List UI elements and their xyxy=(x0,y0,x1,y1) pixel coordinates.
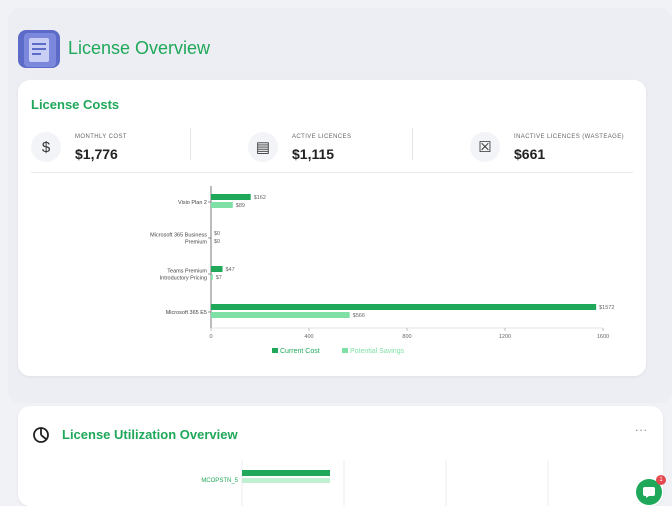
more-options-button[interactable]: ... xyxy=(635,420,648,434)
bar-utilization xyxy=(242,470,330,476)
data-label: $0 xyxy=(214,239,220,245)
clipboard-icon xyxy=(18,30,60,68)
bar-utilization-secondary xyxy=(242,478,330,483)
category-label: Microsoft 365 E5 xyxy=(166,310,207,316)
divider xyxy=(412,128,413,160)
legend-swatch xyxy=(272,348,278,353)
license-costs-card: License Costs $ MONTHLY COST $1,776 ▤ AC… xyxy=(18,80,646,376)
license-costs-title: License Costs xyxy=(31,97,120,112)
divider xyxy=(190,128,191,160)
bar-potential-savings xyxy=(211,312,350,318)
metric-value: $1,115 xyxy=(292,146,335,162)
metric-value: $661 xyxy=(514,146,546,162)
metric-value: $1,776 xyxy=(75,146,118,162)
bar-potential-savings xyxy=(211,202,233,208)
bar-current-cost xyxy=(211,304,597,310)
legend-label: Current Cost xyxy=(280,348,320,355)
legend-label: Potential Savings xyxy=(350,348,405,355)
x-tick-label: 0 xyxy=(209,334,212,340)
x-tick-label: 800 xyxy=(402,334,411,340)
metric-label: MONTHLY COST xyxy=(75,134,127,140)
category-label: Microsoft 365 Business Premium xyxy=(150,233,207,246)
bar-current-cost xyxy=(211,266,223,272)
legend-swatch xyxy=(342,348,348,353)
data-label: $0 xyxy=(214,231,220,237)
x-box-icon: ☒ xyxy=(470,132,500,162)
data-label: $1572 xyxy=(599,305,614,311)
bar-potential-savings xyxy=(211,274,213,280)
data-label: $7 xyxy=(216,275,222,281)
category-label: Teams Premium Introductory Pricing xyxy=(160,269,208,282)
license-utilization-card: License Utilization Overview ... MCOPSTN… xyxy=(18,406,663,506)
dollar-icon: $ xyxy=(31,132,61,162)
data-label: $162 xyxy=(254,195,266,201)
data-label: $566 xyxy=(353,313,365,319)
notification-badge: 1 xyxy=(656,475,666,485)
metric-label: ACTIVE LICENCES xyxy=(292,134,352,140)
x-tick-label: 1200 xyxy=(499,334,511,340)
pie-chart-icon xyxy=(33,427,49,443)
page-title: License Overview xyxy=(68,38,211,58)
metric-label: INACTIVE LICENCES (WASTEAGE) xyxy=(514,134,624,140)
category-label: Visio Plan 2 xyxy=(178,200,207,206)
x-tick-label: 1600 xyxy=(597,334,609,340)
data-label: $89 xyxy=(236,203,245,209)
data-label: $47 xyxy=(226,267,235,273)
license-utilization-title: License Utilization Overview xyxy=(62,427,238,442)
license-utilization-chart: MCOPSTN_5 xyxy=(201,460,549,506)
license-card-icon: ▤ xyxy=(248,132,278,162)
row-label: MCOPSTN_5 xyxy=(201,478,238,484)
bar-current-cost xyxy=(211,194,251,200)
divider xyxy=(31,172,633,173)
license-cost-chart: Visio Plan 2 $162 $89 Microsoft 365 Busines… xyxy=(150,186,614,355)
x-tick-label: 400 xyxy=(304,334,313,340)
